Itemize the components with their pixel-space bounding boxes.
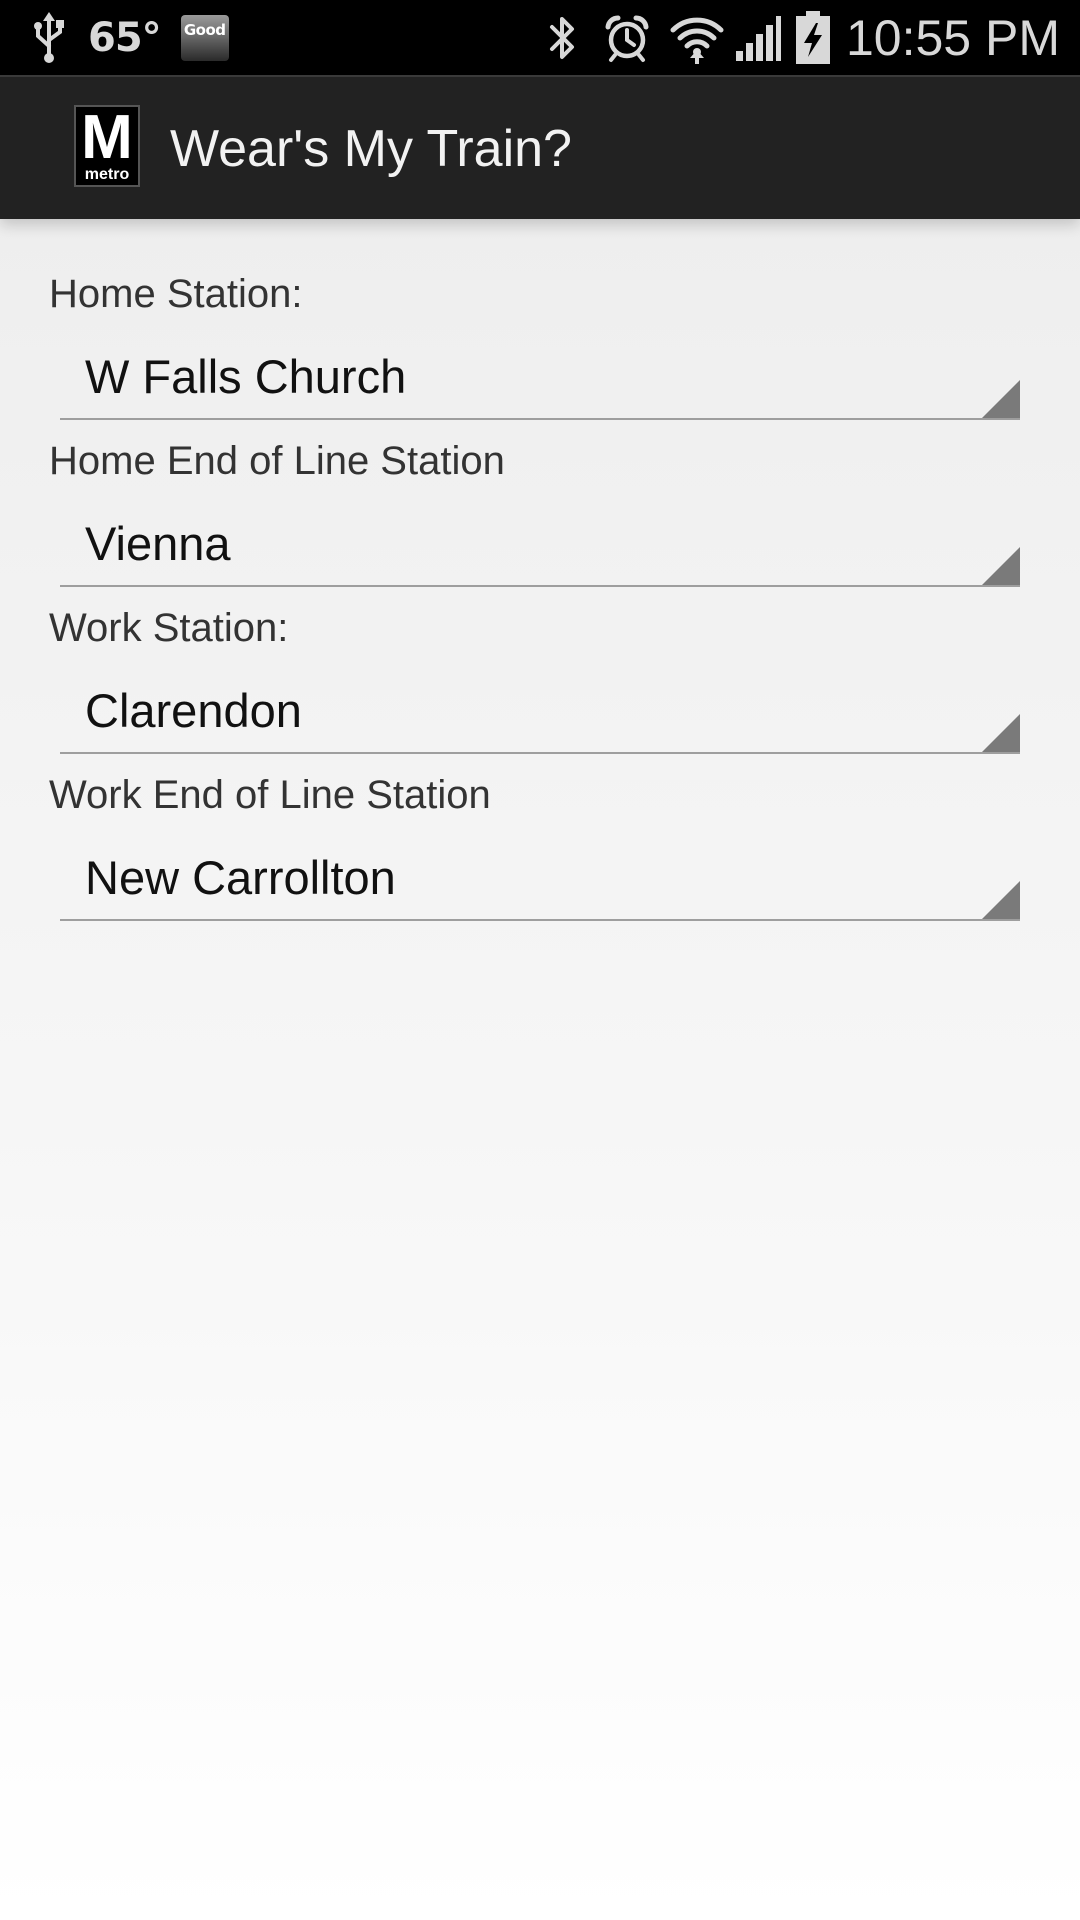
work-end-of-line-label: Work End of Line Station [49, 773, 491, 817]
dropdown-arrow-icon [982, 380, 1020, 418]
status-bar-left: 65° Good [32, 0, 229, 75]
home-end-of-line-label: Home End of Line Station [49, 439, 505, 483]
app-title: Wear's My Train? [170, 120, 572, 178]
battery-charging-icon [794, 10, 832, 65]
home-end-of-line-value: Vienna [85, 517, 231, 570]
wifi-icon [670, 12, 724, 64]
home-station-label: Home Station: [49, 272, 303, 316]
home-station-spinner[interactable]: W Falls Church [60, 340, 1020, 420]
usb-icon [32, 11, 66, 64]
status-bar: 65° Good 10:55 PM [0, 0, 1080, 75]
metro-logo-icon[interactable]: M metro [74, 105, 140, 187]
work-end-of-line-value: New Carrollton [85, 851, 396, 904]
work-station-value: Clarendon [85, 684, 302, 737]
work-station-label: Work Station: [49, 606, 289, 650]
home-end-of-line-spinner[interactable]: Vienna [60, 507, 1020, 587]
dropdown-arrow-icon [982, 881, 1020, 919]
alarm-icon [602, 13, 652, 63]
work-station-spinner[interactable]: Clarendon [60, 674, 1020, 754]
weather-badge: Good [180, 14, 229, 61]
signal-icon [734, 13, 782, 63]
dropdown-arrow-icon [982, 714, 1020, 752]
home-station-value: W Falls Church [85, 350, 407, 403]
weather-badge-label: Good [183, 20, 226, 39]
temperature: 65° [88, 14, 162, 61]
logo-word: metro [84, 166, 130, 183]
status-bar-right: 10:55 PM [546, 0, 1060, 75]
bluetooth-icon [546, 13, 580, 63]
action-bar: M metro Wear's My Train? [0, 75, 1080, 219]
logo-letter: M [81, 105, 133, 172]
dropdown-arrow-icon [982, 547, 1020, 585]
clock: 10:55 PM [845, 9, 1060, 66]
work-end-of-line-spinner[interactable]: New Carrollton [60, 841, 1020, 921]
